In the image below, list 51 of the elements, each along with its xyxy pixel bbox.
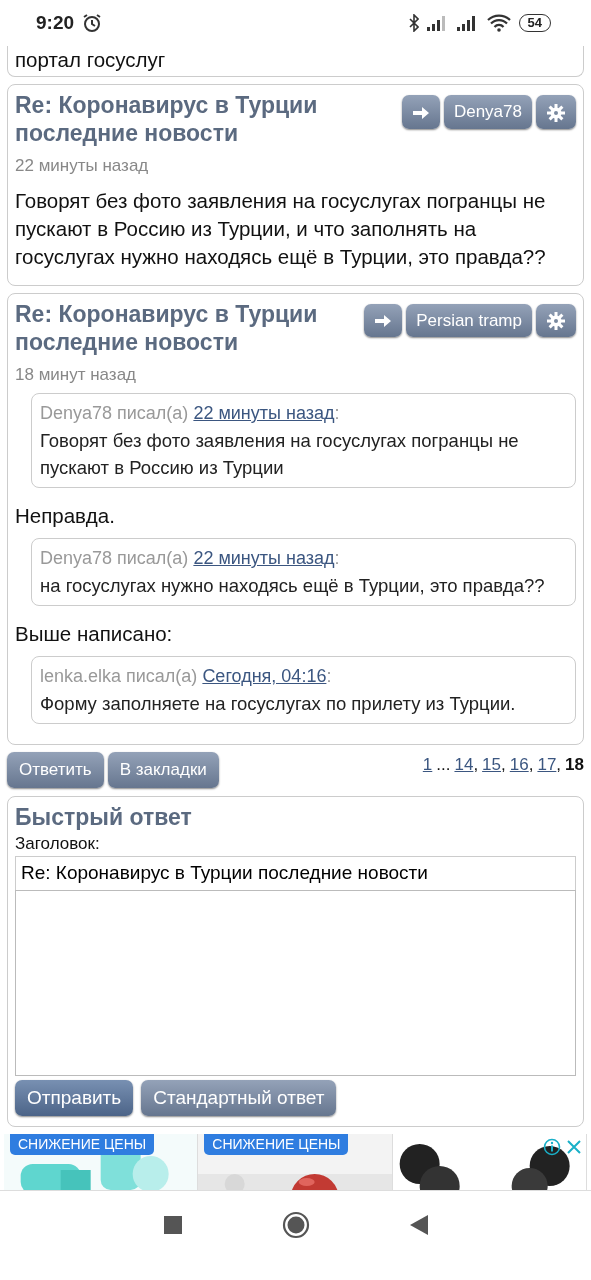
quote-text: Говорят без фото заявления на госуслугах погранцы не пускают в Россию из Турции [40, 429, 520, 480]
pagination-separator: , [556, 754, 562, 776]
page-link[interactable]: 15 [482, 752, 502, 778]
share-button[interactable] [364, 303, 403, 337]
settings-button[interactable] [536, 95, 576, 129]
quote-link[interactable]: Сегодня, 04:16 [202, 666, 327, 686]
post-time: 22 минуты назад [15, 155, 150, 177]
gear-icon [546, 311, 566, 331]
pagination-separator: , [473, 754, 479, 776]
settings-button[interactable] [536, 303, 576, 337]
quote-header: lenka.elka писал(а) Сегодня, 04:16: [40, 665, 333, 688]
post-title: Re: Коронавирус в Турции последние новости [15, 91, 319, 147]
info-icon[interactable] [543, 1138, 561, 1156]
current-page: 18 [565, 754, 584, 776]
pagination-ellipsis: ... [436, 754, 451, 776]
subject-field[interactable]: Re: Коронавирус в Турции последние новости [15, 856, 576, 890]
status-time: 9:20 [36, 10, 75, 35]
post-text: Неправда. [15, 503, 116, 529]
post-text: Выше написано: [15, 621, 174, 647]
field-label: Заголовок: [15, 832, 101, 855]
bluetooth-icon [408, 14, 419, 32]
submit-button[interactable]: Отправить [15, 1079, 134, 1116]
quote-text: на госуслугах нужно находясь ещё в Турции, это правда?? [40, 574, 546, 598]
message-field[interactable] [15, 889, 576, 1076]
sale-badge: СНИЖЕНИЕ ЦЕНЫ [10, 1134, 155, 1155]
page-link[interactable]: 1 [422, 752, 433, 778]
pagination-separator: , [501, 754, 506, 776]
wifi-icon [486, 14, 511, 32]
quote-link[interactable]: 22 минуты назад [193, 548, 335, 568]
alarm-icon [82, 13, 103, 33]
home-icon[interactable] [281, 1210, 310, 1239]
page-link[interactable]: 14 [454, 752, 474, 778]
quote-header: Denya78 писал(а) 22 минуты назад: [40, 547, 341, 570]
arrow-icon [411, 105, 430, 120]
page-link[interactable]: 16 [509, 752, 529, 778]
recent-apps-icon[interactable] [163, 1215, 182, 1234]
share-button[interactable] [401, 95, 440, 129]
sale-badge: СНИЖЕНИЕ ЦЕНЫ [204, 1134, 349, 1155]
arrow-icon [374, 314, 393, 328]
quote-link[interactable]: 22 минуты назад [193, 403, 335, 423]
pagination-separator: , [528, 754, 534, 776]
section-title: Быстрый ответ [15, 802, 193, 831]
post-text: портал госуслуг [15, 47, 167, 73]
post-time: 18 минут назад [15, 363, 138, 386]
page-link[interactable]: 17 [537, 752, 557, 778]
gear-icon [546, 102, 566, 123]
post-title: Re: Коронавирус в Турции последние новости [15, 299, 319, 356]
post-text: Говорят без фото заявления на госуслугах погранцы не пускают в Россию из Турции, и что заполнять на госуслугах нужно находясь ещё в Турции, это правда?? [15, 187, 547, 270]
back-icon[interactable] [409, 1214, 428, 1235]
quote-header: Denya78 писал(а) 22 минуты назад: [40, 402, 341, 425]
quote-text: Форму заполняете на госуслугах по прилету из Турции. [40, 692, 517, 716]
